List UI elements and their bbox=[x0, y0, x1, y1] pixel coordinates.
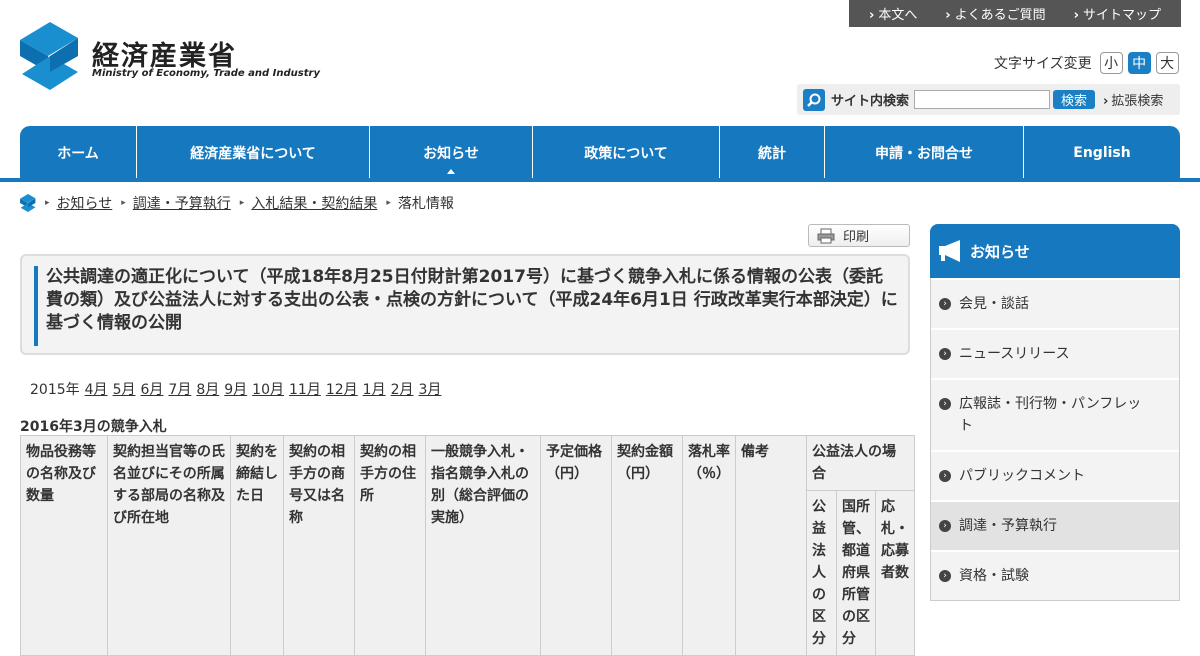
sidebar-item-press[interactable]: › 会見・談話 bbox=[931, 278, 1179, 328]
gnav-about[interactable]: 経済産業省について bbox=[137, 126, 370, 180]
search-icon bbox=[803, 88, 825, 111]
table-header: 公益法人の場合 bbox=[806, 435, 915, 491]
breadcrumb-link-procurement[interactable]: 調達・予算執行 bbox=[133, 193, 231, 213]
site-search: サイト内検索 検索 拡張検索 bbox=[797, 84, 1180, 115]
advanced-search-link[interactable]: 拡張検索 bbox=[1103, 90, 1163, 109]
sidebar-title: お知らせ bbox=[970, 242, 1030, 261]
logo-text-en: Ministry of Economy, Trade and Industry bbox=[92, 68, 320, 79]
font-size-switcher: 文字サイズ変更 小 中 大 bbox=[994, 52, 1184, 74]
table-header: 契約の相手方の住所 bbox=[354, 435, 426, 656]
sidebar-header: お知らせ bbox=[930, 224, 1180, 278]
month-link[interactable]: 5月 bbox=[113, 379, 136, 399]
table-header: 契約を締結した日 bbox=[230, 435, 284, 656]
search-label: サイト内検索 bbox=[831, 94, 910, 109]
breadcrumb: お知らせ 調達・予算執行 入札結果・契約結果 落札情報 bbox=[20, 193, 454, 213]
table-header: 備考 bbox=[735, 435, 807, 656]
font-size-medium-button[interactable]: 中 bbox=[1127, 52, 1151, 74]
month-link[interactable]: 4月 bbox=[85, 379, 108, 399]
util-link-faq[interactable]: よくあるご質問 bbox=[945, 4, 1046, 23]
site-logo[interactable]: 経済産業省 Ministry of Economy, Trade and Ind… bbox=[20, 22, 320, 92]
month-link[interactable]: 3月 bbox=[419, 379, 442, 399]
global-nav: ホーム 経済産業省について お知らせ 政策について 統計 申請・お問合せ Eng… bbox=[20, 126, 1180, 180]
megaphone-icon bbox=[939, 240, 960, 262]
chevron-right-icon: › bbox=[939, 520, 951, 532]
font-size-large-button[interactable]: 大 bbox=[1155, 52, 1179, 74]
month-links: 2015年 4月 5月 6月 7月 8月 9月 10月 11月 12月 1月 2… bbox=[30, 379, 441, 399]
table-header: 落札率（％） bbox=[682, 435, 736, 656]
table-header: 契約の相手方の商号又は名称 bbox=[283, 435, 355, 656]
breadcrumb-current: 落札情報 bbox=[397, 196, 454, 212]
chevron-right-icon: › bbox=[939, 570, 951, 582]
table-header: 物品役務等の名称及び数量 bbox=[20, 435, 108, 656]
gnav-news[interactable]: お知らせ bbox=[370, 126, 533, 180]
gnav-english[interactable]: English bbox=[1024, 126, 1180, 180]
gnav-application[interactable]: 申請・お問合せ bbox=[825, 126, 1024, 180]
table-header: 契約担当官等の氏名並びにその所属する部局の名称及び所在地 bbox=[107, 435, 231, 656]
table-header: 一般競争入札・指名競争入札の別（総合評価の実施） bbox=[425, 435, 541, 656]
month-link[interactable]: 11月 bbox=[289, 379, 321, 399]
title-box: 公共調達の適正化について（平成18年8月25日付財計第2017号）に基づく競争入… bbox=[20, 254, 910, 355]
search-input[interactable] bbox=[914, 90, 1051, 109]
table-subheader: 応札・応募者数 bbox=[875, 490, 915, 656]
chevron-right-icon: › bbox=[939, 398, 951, 410]
sidebar-item-procurement[interactable]: › 調達・予算執行 bbox=[931, 500, 1179, 550]
month-link[interactable]: 12月 bbox=[326, 379, 358, 399]
meti-logo-icon bbox=[20, 22, 78, 90]
gnav-policy[interactable]: 政策について bbox=[533, 126, 720, 180]
table-subheader: 公益法人の区分 bbox=[806, 490, 837, 656]
table-header: 予定価格（円） bbox=[540, 435, 612, 656]
month-link[interactable]: 6月 bbox=[140, 379, 163, 399]
printer-icon bbox=[817, 228, 835, 243]
year-label: 2015年 bbox=[30, 382, 80, 398]
gnav-home[interactable]: ホーム bbox=[20, 126, 137, 180]
sidebar: お知らせ › 会見・談話 › ニュースリリース › 広報誌・刊行物・パンフレット › パ… bbox=[930, 224, 1180, 601]
month-link[interactable]: 2月 bbox=[391, 379, 414, 399]
page-title: 公共調達の適正化について（平成18年8月25日付財計第2017号）に基づく競争入… bbox=[46, 267, 898, 333]
print-label: 印刷 bbox=[843, 230, 870, 245]
month-link[interactable]: 10月 bbox=[252, 379, 284, 399]
month-link[interactable]: 1月 bbox=[363, 379, 386, 399]
table-subheader: 国所管、都道府県所管の区分 bbox=[836, 490, 876, 656]
sidebar-item-publications[interactable]: › 広報誌・刊行物・パンフレット bbox=[931, 378, 1179, 450]
month-link[interactable]: 9月 bbox=[224, 379, 247, 399]
utility-nav: 本文へ よくあるご質問 サイトマップ bbox=[849, 0, 1181, 27]
util-link-main[interactable]: 本文へ bbox=[869, 4, 917, 23]
search-button[interactable]: 検索 bbox=[1053, 90, 1096, 109]
table-header: 契約金額（円） bbox=[611, 435, 683, 656]
font-size-label: 文字サイズ変更 bbox=[994, 56, 1092, 72]
sidebar-item-news-release[interactable]: › ニュースリリース bbox=[931, 328, 1179, 378]
sidebar-item-public-comment[interactable]: › パブリックコメント bbox=[931, 450, 1179, 500]
breadcrumb-link-results[interactable]: 入札結果・契約結果 bbox=[251, 193, 377, 213]
month-link[interactable]: 7月 bbox=[168, 379, 191, 399]
breadcrumb-link-news[interactable]: お知らせ bbox=[57, 193, 113, 213]
gnav-underline bbox=[0, 178, 1200, 182]
month-link[interactable]: 8月 bbox=[196, 379, 219, 399]
gnav-statistics[interactable]: 統計 bbox=[720, 126, 825, 180]
util-link-sitemap[interactable]: サイトマップ bbox=[1074, 4, 1161, 23]
sidebar-item-qualifications[interactable]: › 資格・試験 bbox=[931, 550, 1179, 600]
chevron-right-icon: › bbox=[939, 348, 951, 360]
section-heading: 2016年3月の競争入札 bbox=[20, 419, 167, 435]
chevron-right-icon: › bbox=[939, 470, 951, 482]
print-button[interactable]: 印刷 bbox=[808, 224, 910, 247]
home-icon[interactable] bbox=[20, 194, 36, 212]
chevron-right-icon: › bbox=[939, 298, 951, 310]
bid-results-table: 物品役務等の名称及び数量 契約担当官等の氏名並びにその所属する部局の名称及び所在… bbox=[20, 435, 915, 656]
font-size-small-button[interactable]: 小 bbox=[1099, 52, 1123, 74]
